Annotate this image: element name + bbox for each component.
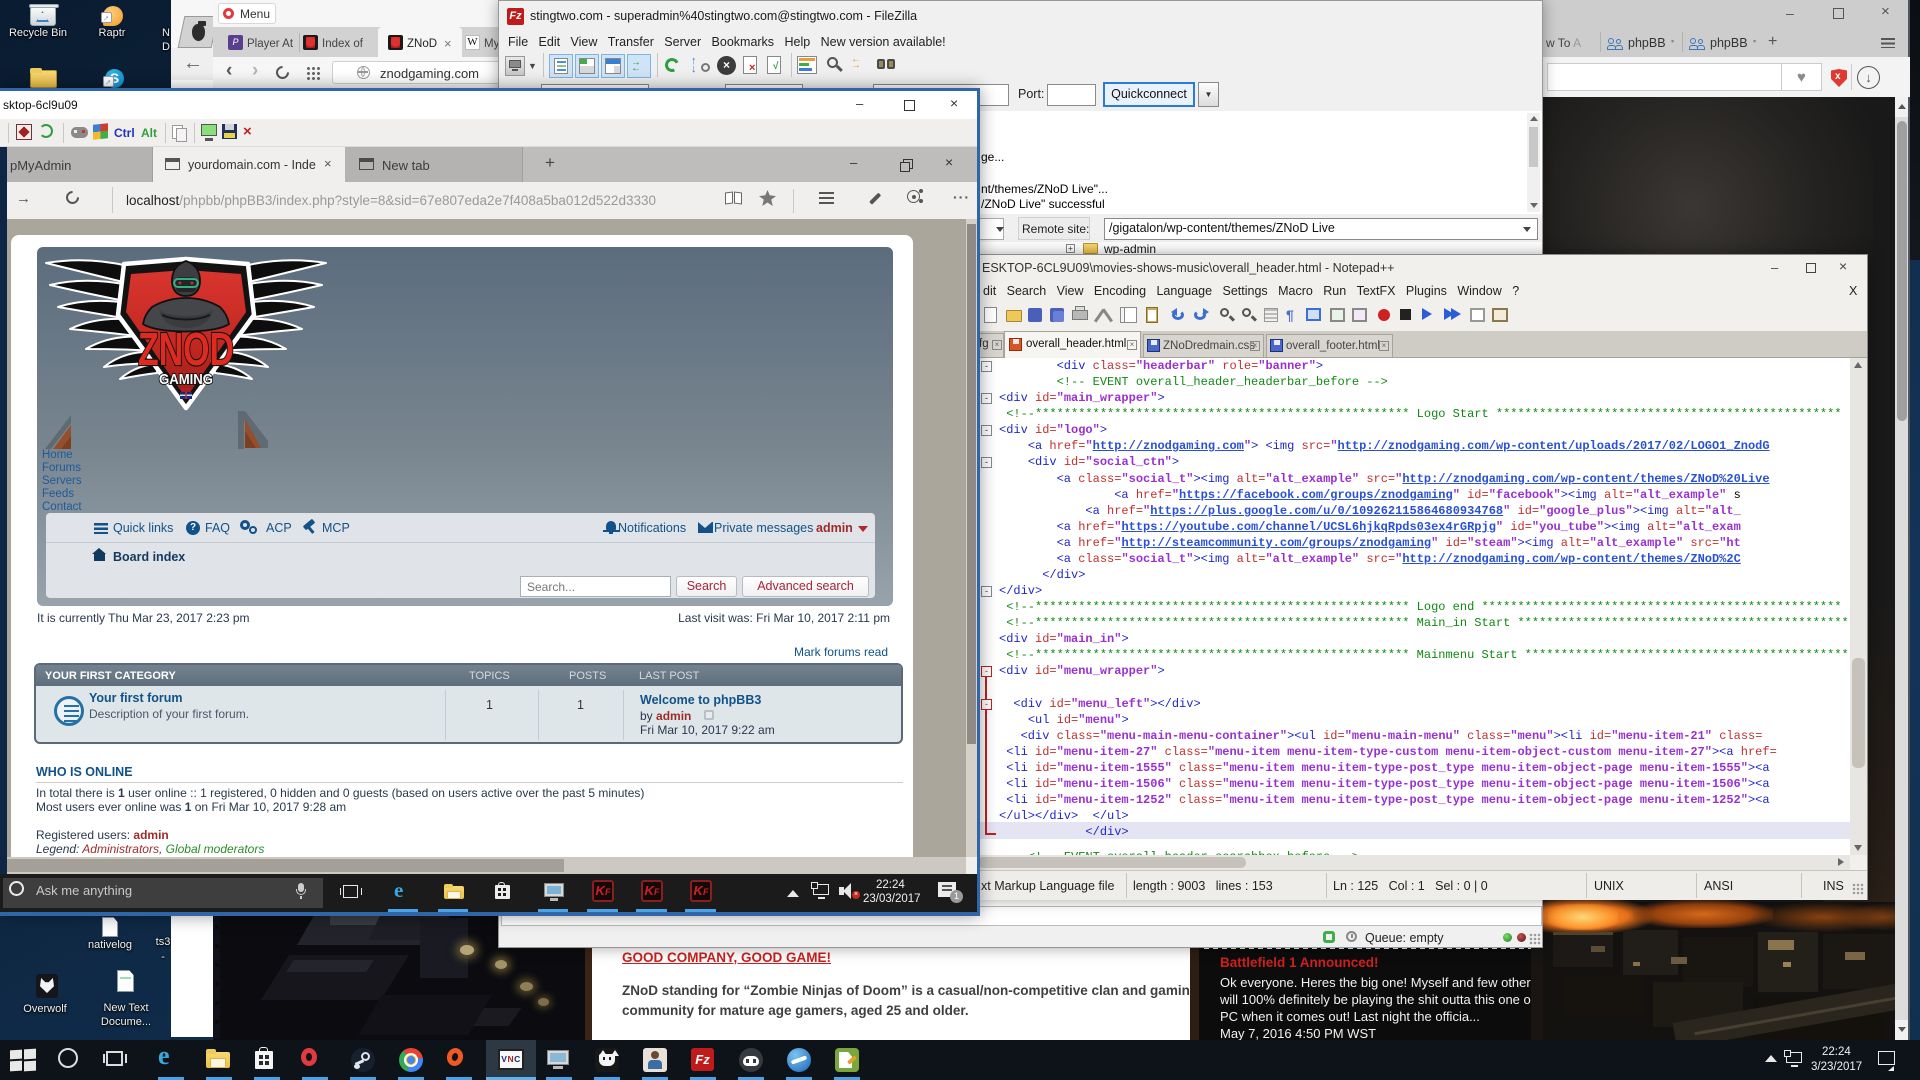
svg-text:ZNOD: ZNOD [138,323,234,375]
svg-text:GAMING: GAMING [159,372,213,388]
